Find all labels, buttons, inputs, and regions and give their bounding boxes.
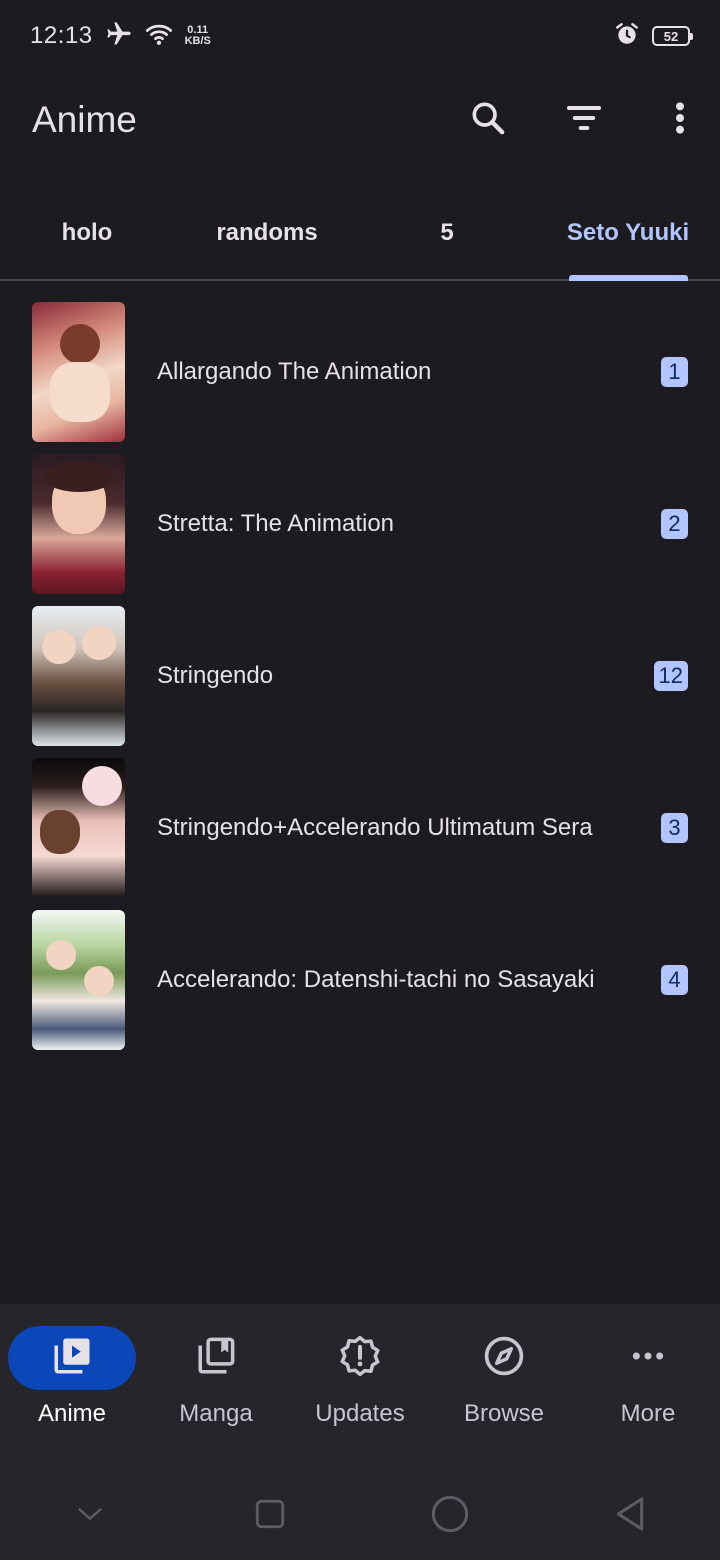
tab-seto-yuuki[interactable]: Seto Yuuki bbox=[560, 186, 696, 279]
compass-icon bbox=[482, 1334, 526, 1383]
nav-item-more[interactable]: More bbox=[576, 1304, 720, 1472]
episode-count-badge: 1 bbox=[661, 357, 688, 387]
cover-thumbnail bbox=[32, 606, 125, 746]
page-title: Anime bbox=[32, 99, 137, 140]
search-button[interactable] bbox=[440, 84, 536, 156]
filter-icon bbox=[564, 98, 604, 143]
airplane-icon bbox=[105, 20, 133, 53]
episode-count-badge: 12 bbox=[653, 661, 688, 691]
episode-count-badge: 3 bbox=[661, 813, 688, 843]
bottom-navigation: Anime Manga Updates Browse More bbox=[0, 1304, 720, 1472]
system-navigation-bar bbox=[0, 1472, 720, 1560]
book-library-icon bbox=[195, 1335, 237, 1382]
more-vertical-icon bbox=[672, 98, 688, 143]
item-title: Stringendo bbox=[157, 662, 274, 689]
tab-label: Seto Yuuki bbox=[566, 218, 690, 246]
list-item[interactable]: Allargando The Animation 1 bbox=[0, 296, 720, 448]
list-item[interactable]: Accelerando: Datenshi-tachi no Sasayaki … bbox=[0, 904, 720, 1056]
triangle-back-icon bbox=[612, 1494, 648, 1539]
nav-active-indicator bbox=[8, 1326, 136, 1390]
tab-indicator bbox=[569, 275, 688, 281]
recents-button[interactable] bbox=[240, 1486, 300, 1546]
alarm-icon bbox=[614, 21, 640, 52]
hide-nav-button[interactable] bbox=[60, 1486, 120, 1546]
cover-thumbnail bbox=[32, 454, 125, 594]
battery-indicator: 52 bbox=[652, 26, 693, 46]
tab-label: holo bbox=[61, 218, 113, 246]
item-title: Accelerando: Datenshi-tachi no Sasayaki bbox=[157, 966, 595, 993]
item-title: Allargando The Animation bbox=[157, 358, 432, 385]
tab-5[interactable]: 5 bbox=[407, 186, 487, 279]
list-item[interactable]: Stretta: The Animation 2 bbox=[0, 448, 720, 600]
cover-thumbnail bbox=[32, 302, 125, 442]
anime-list: Allargando The Animation 1 Stretta: The … bbox=[0, 296, 720, 1056]
home-button[interactable] bbox=[420, 1486, 480, 1546]
circle-icon bbox=[430, 1494, 470, 1539]
cover-thumbnail bbox=[32, 758, 125, 898]
square-icon bbox=[253, 1497, 287, 1536]
status-time: 12:13 bbox=[30, 22, 93, 49]
nav-item-updates[interactable]: Updates bbox=[288, 1304, 432, 1472]
wifi-icon bbox=[145, 22, 173, 51]
episode-count-badge: 4 bbox=[661, 965, 688, 995]
cover-thumbnail bbox=[32, 910, 125, 1050]
tab-holo[interactable]: holo bbox=[27, 186, 147, 279]
alert-badge-icon bbox=[338, 1334, 382, 1383]
nav-label: Browse bbox=[463, 1400, 545, 1427]
app-bar: Anime bbox=[0, 72, 720, 168]
item-title: Stringendo+Accelerando Ultimatum Sera bbox=[157, 814, 593, 841]
nav-label: Updates bbox=[315, 1400, 405, 1427]
more-horizontal-icon bbox=[628, 1336, 668, 1381]
filter-button[interactable] bbox=[536, 84, 632, 156]
back-button[interactable] bbox=[600, 1486, 660, 1546]
item-title: Stretta: The Animation bbox=[157, 510, 395, 537]
tab-randoms[interactable]: randoms bbox=[197, 186, 337, 279]
tab-label: randoms bbox=[216, 218, 318, 246]
nav-item-browse[interactable]: Browse bbox=[432, 1304, 576, 1472]
nav-label: Anime bbox=[37, 1400, 107, 1427]
list-item[interactable]: Stringendo+Accelerando Ultimatum Sera 3 bbox=[0, 752, 720, 904]
nav-item-manga[interactable]: Manga bbox=[144, 1304, 288, 1472]
play-library-icon bbox=[51, 1335, 93, 1382]
episode-count-badge: 2 bbox=[661, 509, 688, 539]
nav-label: Manga bbox=[179, 1400, 253, 1427]
network-speed: 0.11 KB/S bbox=[185, 25, 211, 47]
status-bar: 12:13 0.11 KB/S 52 bbox=[0, 0, 720, 72]
list-item[interactable]: Stringendo 12 bbox=[0, 600, 720, 752]
nav-item-anime[interactable]: Anime bbox=[0, 1304, 144, 1472]
chevron-down-icon bbox=[76, 1504, 104, 1529]
tab-label: 5 bbox=[440, 218, 454, 246]
category-tabs: holo randoms 5 Seto Yuuki bbox=[0, 186, 720, 281]
nav-label: More bbox=[620, 1400, 676, 1427]
search-icon bbox=[468, 98, 508, 143]
overflow-menu-button[interactable] bbox=[632, 84, 688, 156]
network-speed-unit: KB/S bbox=[184, 35, 211, 47]
